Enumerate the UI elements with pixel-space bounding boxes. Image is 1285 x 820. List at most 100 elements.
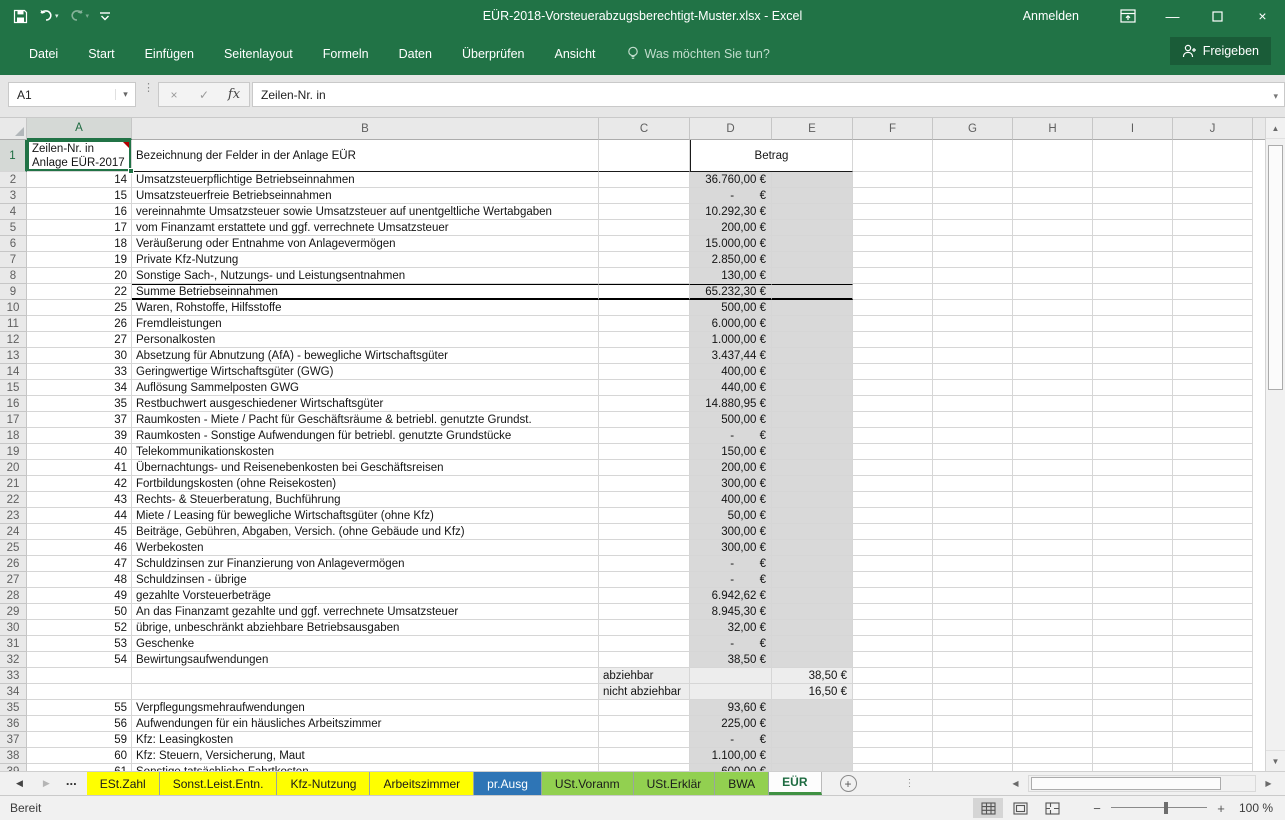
cell-description[interactable]: Beiträge, Gebühren, Abgaben, Versich. (o… xyxy=(132,524,599,540)
cell-sub-label[interactable] xyxy=(599,764,690,771)
cell-description[interactable]: Aufwendungen für ein häusliches Arbeitsz… xyxy=(132,716,599,732)
cell-empty[interactable] xyxy=(933,364,1013,380)
row-header-16[interactable]: 16 xyxy=(0,396,27,412)
cell-empty[interactable] xyxy=(1093,492,1173,508)
cell-empty[interactable] xyxy=(933,348,1013,364)
cell-description[interactable]: Umsatzsteuerfreie Betriebseinnahmen xyxy=(132,188,599,204)
cell-empty[interactable] xyxy=(1173,220,1253,236)
cancel-entry-icon[interactable]: × xyxy=(159,88,189,102)
page-layout-view-icon[interactable] xyxy=(1005,798,1035,818)
column-header-G[interactable]: G xyxy=(933,118,1013,140)
cell-amount-e[interactable] xyxy=(772,700,853,716)
cell-amount-e[interactable] xyxy=(772,524,853,540)
row-header-8[interactable]: 8 xyxy=(0,268,27,284)
sheet-tab-kfz-nutzung[interactable]: Kfz-Nutzung xyxy=(277,772,370,795)
cell-empty[interactable] xyxy=(933,524,1013,540)
minimize-button[interactable]: — xyxy=(1150,0,1195,32)
sign-in-button[interactable]: Anmelden xyxy=(997,0,1105,32)
cell-empty[interactable] xyxy=(1093,444,1173,460)
cell-line-number[interactable]: 41 xyxy=(27,460,132,476)
cell-empty[interactable] xyxy=(1093,268,1173,284)
cell-description[interactable]: übrige, unbeschränkt abziehbare Betriebs… xyxy=(132,620,599,636)
cell-empty[interactable] xyxy=(853,508,933,524)
cell-description[interactable]: Personalkosten xyxy=(132,332,599,348)
cell-empty[interactable] xyxy=(933,188,1013,204)
cell-description[interactable]: Geringwertige Wirtschaftsgüter (GWG) xyxy=(132,364,599,380)
cell-amount-e[interactable] xyxy=(772,236,853,252)
zoom-level-label[interactable]: 100 % xyxy=(1237,801,1277,815)
cell-line-number[interactable]: 20 xyxy=(27,268,132,284)
cell-line-number[interactable]: 46 xyxy=(27,540,132,556)
cell-empty[interactable] xyxy=(1093,748,1173,764)
cell-amount[interactable]: 36.760,00 € xyxy=(690,172,772,188)
scroll-right-icon[interactable]: ▶ xyxy=(1260,775,1277,792)
confirm-entry-icon[interactable]: ✓ xyxy=(189,88,219,102)
cell-empty[interactable] xyxy=(1093,140,1173,172)
cell-sub-label[interactable] xyxy=(599,508,690,524)
cell-empty[interactable] xyxy=(933,476,1013,492)
cell-amount[interactable]: 400,00 € xyxy=(690,364,772,380)
cell-empty[interactable] xyxy=(1013,764,1093,771)
cell-sub-label[interactable] xyxy=(599,588,690,604)
cell-description[interactable]: Veräußerung oder Entnahme von Anlageverm… xyxy=(132,236,599,252)
ribbon-tab-datei[interactable]: Datei xyxy=(14,32,73,75)
cell-empty[interactable] xyxy=(933,220,1013,236)
cell-description[interactable]: Summe Betriebseinnahmen xyxy=(132,284,599,300)
row-header-20[interactable]: 20 xyxy=(0,460,27,476)
cell-amount[interactable]: 15.000,00 € xyxy=(690,236,772,252)
tabbar-splitter[interactable]: ⋮ xyxy=(905,772,915,795)
cell-amount[interactable]: 150,00 € xyxy=(690,444,772,460)
cell-amount-e[interactable] xyxy=(772,332,853,348)
cell-amount[interactable]: 200,00 € xyxy=(690,220,772,236)
cell-amount[interactable]: 300,00 € xyxy=(690,476,772,492)
cell-empty[interactable] xyxy=(853,284,933,300)
cell-empty[interactable] xyxy=(1173,412,1253,428)
cell-empty[interactable] xyxy=(1013,396,1093,412)
scroll-left-icon[interactable]: ◀ xyxy=(1007,775,1024,792)
cell-empty[interactable] xyxy=(1093,460,1173,476)
row-header-28[interactable]: 28 xyxy=(0,588,27,604)
cell-line-number[interactable]: 33 xyxy=(27,364,132,380)
cell-empty[interactable] xyxy=(1173,316,1253,332)
cell-empty[interactable] xyxy=(1093,348,1173,364)
cell-empty[interactable] xyxy=(1093,172,1173,188)
ribbon-tab-daten[interactable]: Daten xyxy=(384,32,447,75)
cell-empty[interactable] xyxy=(853,252,933,268)
cell-sub-label[interactable] xyxy=(599,316,690,332)
ribbon-tab-start[interactable]: Start xyxy=(73,32,129,75)
select-all-corner[interactable] xyxy=(0,118,27,140)
cell-empty[interactable] xyxy=(1173,652,1253,668)
cell-empty[interactable] xyxy=(1173,556,1253,572)
add-sheet-button[interactable]: + xyxy=(840,775,857,792)
cell-empty[interactable] xyxy=(853,604,933,620)
cell-empty[interactable] xyxy=(1013,540,1093,556)
cell-empty[interactable] xyxy=(853,652,933,668)
cell-empty[interactable] xyxy=(1173,508,1253,524)
name-box-dropdown-icon[interactable]: ▾ xyxy=(115,89,135,100)
cell-empty[interactable] xyxy=(933,380,1013,396)
cell-empty[interactable] xyxy=(933,316,1013,332)
cell-empty[interactable] xyxy=(1173,364,1253,380)
cell-empty[interactable] xyxy=(933,748,1013,764)
cell-betrag-header[interactable]: Betrag xyxy=(690,140,853,172)
cell-amount[interactable]: 50,00 € xyxy=(690,508,772,524)
cell-amount[interactable]: - € xyxy=(690,188,772,204)
row-header-7[interactable]: 7 xyxy=(0,252,27,268)
cell-empty[interactable] xyxy=(853,396,933,412)
cell-empty[interactable] xyxy=(853,188,933,204)
cell-empty[interactable] xyxy=(1093,252,1173,268)
cell-empty[interactable] xyxy=(1173,492,1253,508)
undo-icon[interactable]: ▾ xyxy=(35,3,62,29)
cell-empty[interactable] xyxy=(853,540,933,556)
column-header-I[interactable]: I xyxy=(1093,118,1173,140)
cell-empty[interactable] xyxy=(853,220,933,236)
cell-description[interactable]: vereinnahmte Umsatzsteuer sowie Umsatzst… xyxy=(132,204,599,220)
cell-amount-e[interactable] xyxy=(772,284,853,300)
ribbon-tab--berpr-fen[interactable]: Überprüfen xyxy=(447,32,540,75)
cell-empty[interactable] xyxy=(933,572,1013,588)
row-header-36[interactable]: 36 xyxy=(0,716,27,732)
cell-empty[interactable] xyxy=(1013,588,1093,604)
row-header-9[interactable]: 9 xyxy=(0,284,27,300)
cell-empty[interactable] xyxy=(1013,204,1093,220)
cell-amount[interactable]: - € xyxy=(690,572,772,588)
